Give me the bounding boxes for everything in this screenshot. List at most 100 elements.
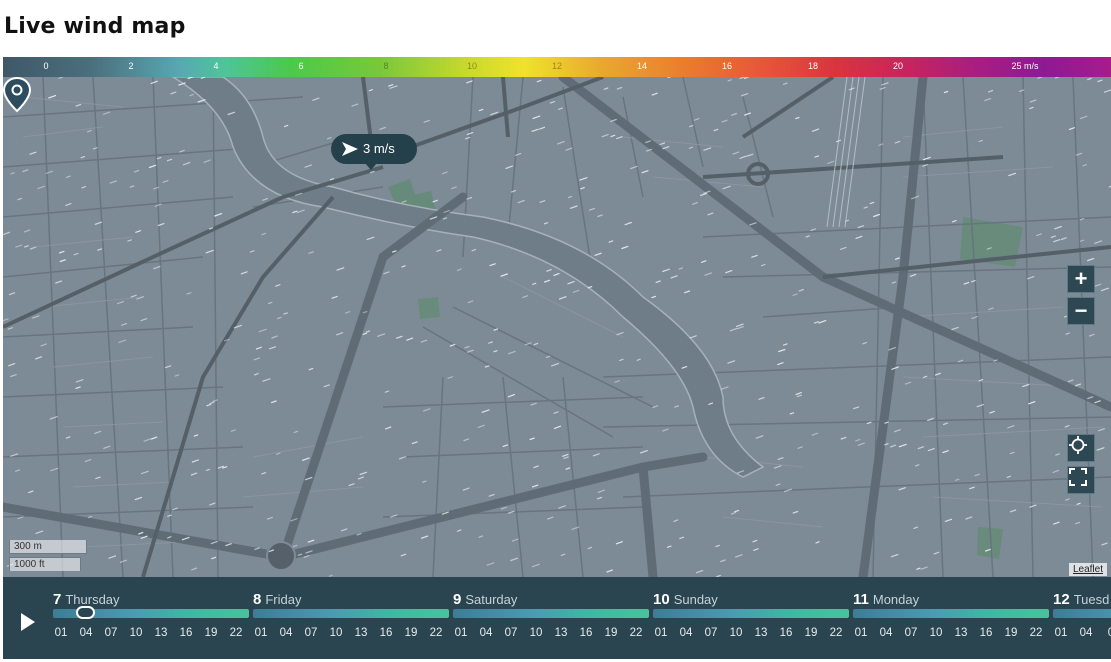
wind-particle — [308, 251, 314, 254]
timeline-hour[interactable]: 16 — [380, 627, 393, 639]
timeline-hour[interactable]: 10 — [930, 627, 943, 639]
fullscreen-button[interactable] — [1067, 466, 1095, 494]
timeline-hour[interactable]: 19 — [205, 627, 218, 639]
wind-particle — [401, 265, 406, 268]
wind-particle — [942, 450, 949, 454]
wind-particle — [616, 136, 623, 140]
wind-particle — [80, 155, 86, 159]
zoom-in-button[interactable]: + — [1067, 265, 1095, 293]
timeline-hour[interactable]: 10 — [530, 627, 543, 639]
wind-particle — [916, 567, 921, 570]
timeline-hour[interactable]: 10 — [130, 627, 143, 639]
wind-particle — [565, 147, 573, 151]
timeline-hour[interactable]: 07 — [505, 627, 518, 639]
wind-particle — [10, 172, 15, 175]
timeline-hour[interactable]: 07 — [705, 627, 718, 639]
wind-particle — [531, 128, 539, 132]
timeline-hour[interactable]: 19 — [405, 627, 418, 639]
timeline-hour[interactable]: 22 — [830, 627, 843, 639]
timeline-day[interactable]: 11 Monday — [853, 591, 919, 608]
timeline-hour[interactable]: 19 — [605, 627, 618, 639]
timeline-slider-handle[interactable] — [76, 606, 95, 619]
day-name: Friday — [265, 592, 302, 607]
forecast-timeline[interactable]: 7 Thursday 01 04 07 10 13 16 19 22 8 Friday 01 04 07 10… — [3, 577, 1111, 659]
wind-particle — [782, 82, 788, 85]
timeline-hour[interactable]: 04 — [80, 627, 93, 639]
wind-particle — [456, 529, 462, 532]
timeline-hour[interactable]: 07 — [105, 627, 118, 639]
wind-particle — [1054, 77, 1060, 79]
timeline-hour[interactable]: 01 — [1055, 627, 1068, 639]
timeline-hour[interactable]: 13 — [355, 627, 368, 639]
locate-button[interactable] — [1067, 434, 1095, 462]
timeline-hour[interactable]: 04 — [680, 627, 693, 639]
zoom-out-button[interactable]: − — [1067, 297, 1095, 325]
wind-particle — [65, 175, 71, 179]
wind-particle — [423, 119, 430, 123]
timeline-hour[interactable]: 13 — [155, 627, 168, 639]
wind-forecast-track[interactable] — [253, 609, 449, 618]
wind-particle — [1052, 469, 1060, 473]
wind-particle — [954, 478, 960, 481]
wind-particle — [725, 270, 733, 274]
wind-particle — [890, 553, 899, 558]
timeline-hour[interactable]: 01 — [55, 627, 68, 639]
timeline-hour[interactable]: 16 — [180, 627, 193, 639]
wind-forecast-track[interactable] — [1053, 609, 1111, 618]
timeline-day[interactable]: 8 Friday — [253, 591, 301, 608]
timeline-day[interactable]: 10 Sunday — [653, 591, 718, 608]
timeline-hour[interactable]: 10 — [330, 627, 343, 639]
wind-particle — [517, 199, 525, 204]
wind-particle — [753, 548, 759, 551]
timeline-hour[interactable]: 22 — [1030, 627, 1043, 639]
location-pin-icon[interactable] — [3, 77, 31, 113]
timeline-hour[interactable]: 16 — [980, 627, 993, 639]
wind-forecast-track[interactable] — [853, 609, 1049, 618]
timeline-hour[interactable]: 01 — [655, 627, 668, 639]
timeline-hour[interactable]: 04 — [1080, 627, 1093, 639]
wind-particle — [411, 441, 418, 445]
map-tiles — [3, 77, 1111, 577]
timeline-hour[interactable]: 04 — [480, 627, 493, 639]
timeline-hour[interactable]: 01 — [455, 627, 468, 639]
timeline-day[interactable]: 12 Tuesd — [1053, 591, 1109, 608]
wind-particle — [531, 484, 539, 488]
timeline-hour[interactable]: 13 — [955, 627, 968, 639]
timeline-hour[interactable]: 13 — [755, 627, 768, 639]
timeline-hour[interactable]: 22 — [230, 627, 243, 639]
timeline-hour[interactable]: 16 — [580, 627, 593, 639]
timeline-hour[interactable]: 01 — [855, 627, 868, 639]
wind-particle — [920, 566, 928, 570]
wind-particle — [545, 355, 551, 358]
timeline-hour[interactable]: 07 — [905, 627, 918, 639]
wind-forecast-track[interactable] — [453, 609, 649, 618]
wind-particle — [811, 432, 819, 436]
attribution-link[interactable]: Leaflet — [1068, 563, 1107, 576]
timeline-hour[interactable]: 10 — [730, 627, 743, 639]
wind-particle — [730, 112, 738, 116]
wind-particle — [561, 453, 569, 457]
wind-particle — [688, 146, 694, 149]
timeline-hour[interactable]: 04 — [880, 627, 893, 639]
wind-particle — [639, 450, 648, 454]
timeline-hour[interactable]: 16 — [780, 627, 793, 639]
timeline-hour[interactable]: 22 — [430, 627, 443, 639]
wind-particle — [1008, 172, 1017, 177]
wind-particle — [102, 111, 111, 115]
wind-map[interactable]: 3 m/s + − 300 m 1000 ft Leaflet — [3, 77, 1111, 577]
timeline-hour[interactable]: 07 — [305, 627, 318, 639]
timeline-day[interactable]: 9 Saturday — [453, 591, 517, 608]
play-icon[interactable] — [21, 613, 35, 631]
wind-particle — [275, 284, 281, 287]
timeline-hour[interactable]: 19 — [1005, 627, 1018, 639]
timeline-hour[interactable]: 22 — [630, 627, 643, 639]
timeline-hour[interactable]: 04 — [280, 627, 293, 639]
wind-particle — [75, 379, 84, 383]
timeline-hour[interactable]: 13 — [555, 627, 568, 639]
timeline-hour[interactable]: 01 — [255, 627, 268, 639]
wind-particle — [848, 87, 855, 91]
wind-particle — [466, 349, 474, 353]
wind-forecast-track[interactable] — [653, 609, 849, 618]
timeline-hour[interactable]: 19 — [805, 627, 818, 639]
wind-particle — [922, 375, 928, 378]
